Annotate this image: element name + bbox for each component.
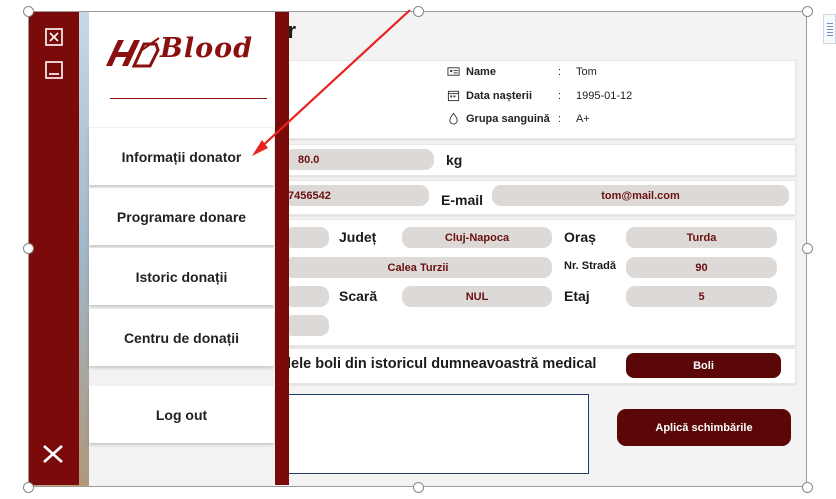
resize-handle[interactable] xyxy=(413,6,424,17)
resize-handle[interactable] xyxy=(23,6,34,17)
scroll-thumb[interactable] xyxy=(823,14,836,44)
resize-handle[interactable] xyxy=(802,6,813,17)
resize-handle[interactable] xyxy=(802,243,813,254)
resize-handle[interactable] xyxy=(23,243,34,254)
grip-icon xyxy=(827,23,833,37)
resize-handle[interactable] xyxy=(23,482,34,493)
resize-handle[interactable] xyxy=(802,482,813,493)
resize-handle[interactable] xyxy=(413,482,424,493)
annotation-arrow xyxy=(252,9,411,156)
